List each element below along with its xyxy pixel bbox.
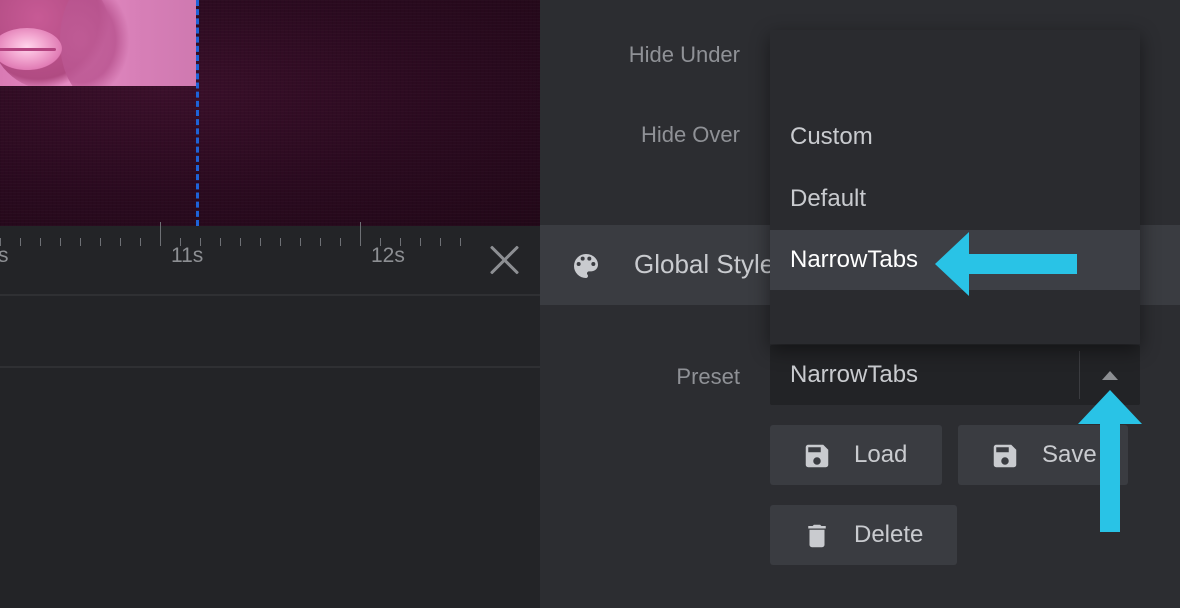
preset-select-value: NarrowTabs [790,361,919,388]
ruler-tick [300,238,301,246]
ruler-tick [440,238,441,246]
close-icon[interactable] [488,243,522,277]
ruler-tick [460,238,461,246]
preset-dropdown-menu[interactable]: Custom Default NarrowTabs [770,30,1140,344]
caret-up-icon[interactable] [1102,371,1118,380]
ruler-label: s [0,244,9,267]
canvas-preview [0,0,540,226]
ruler-tick [340,238,341,246]
timeline-guide-line[interactable] [196,0,199,226]
ruler-label: 11s [171,244,204,267]
ruler-tick [400,238,401,246]
ruler-tick [40,238,41,246]
floppy-disk-icon [993,444,1017,468]
ruler-tick [60,238,61,246]
hide-under-label: Hide Under [628,42,740,67]
trash-icon [808,524,826,548]
load-button[interactable]: Load [770,425,942,485]
dropdown-option-label: NarrowTabs [790,246,919,273]
ruler-tick [240,238,241,246]
hide-over-label: Hide Over [640,122,740,147]
image-jaw [60,0,130,86]
timeline: s 11s 12s [0,222,540,608]
delete-button[interactable]: Delete [770,505,957,565]
dropdown-option-label: Default [790,185,867,212]
ruler-tick [320,238,321,246]
ruler-tick [280,238,281,246]
ruler-tick [180,238,181,246]
ruler-major-tick [360,222,361,246]
ruler-tick [420,238,421,246]
arrow-left-annotation-icon [935,232,1077,296]
ruler-tick [20,238,21,246]
floppy-disk-icon [805,444,829,468]
delete-button-label: Delete [854,521,924,548]
arrow-up-annotation-icon [1078,390,1142,532]
dropdown-option-default[interactable]: Default [770,169,1140,229]
ruler-major-tick [160,222,161,246]
palette-icon [574,254,598,278]
ruler-tick [0,238,1,246]
section-title: Global Style [634,249,775,279]
timeline-ruler[interactable]: s 11s 12s [0,222,540,296]
ruler-tick [120,238,121,246]
preset-label: Preset [676,364,740,389]
ruler-tick [140,238,141,246]
ruler-tick [100,238,101,246]
ruler-tick [380,238,381,246]
ruler-tick [80,238,81,246]
timeline-divider [0,294,540,296]
image-layer [0,0,196,86]
image-lip-line [0,48,56,51]
ruler-tick [220,238,221,246]
timeline-divider [0,366,540,368]
ruler-tick [200,238,201,246]
ruler-label: 12s [371,244,405,267]
image-layer-frame[interactable] [0,0,196,86]
dropdown-option-label: Custom [790,123,873,150]
dropdown-option-custom[interactable]: Custom [770,107,1140,167]
ruler-tick [260,238,261,246]
load-button-label: Load [854,441,908,468]
